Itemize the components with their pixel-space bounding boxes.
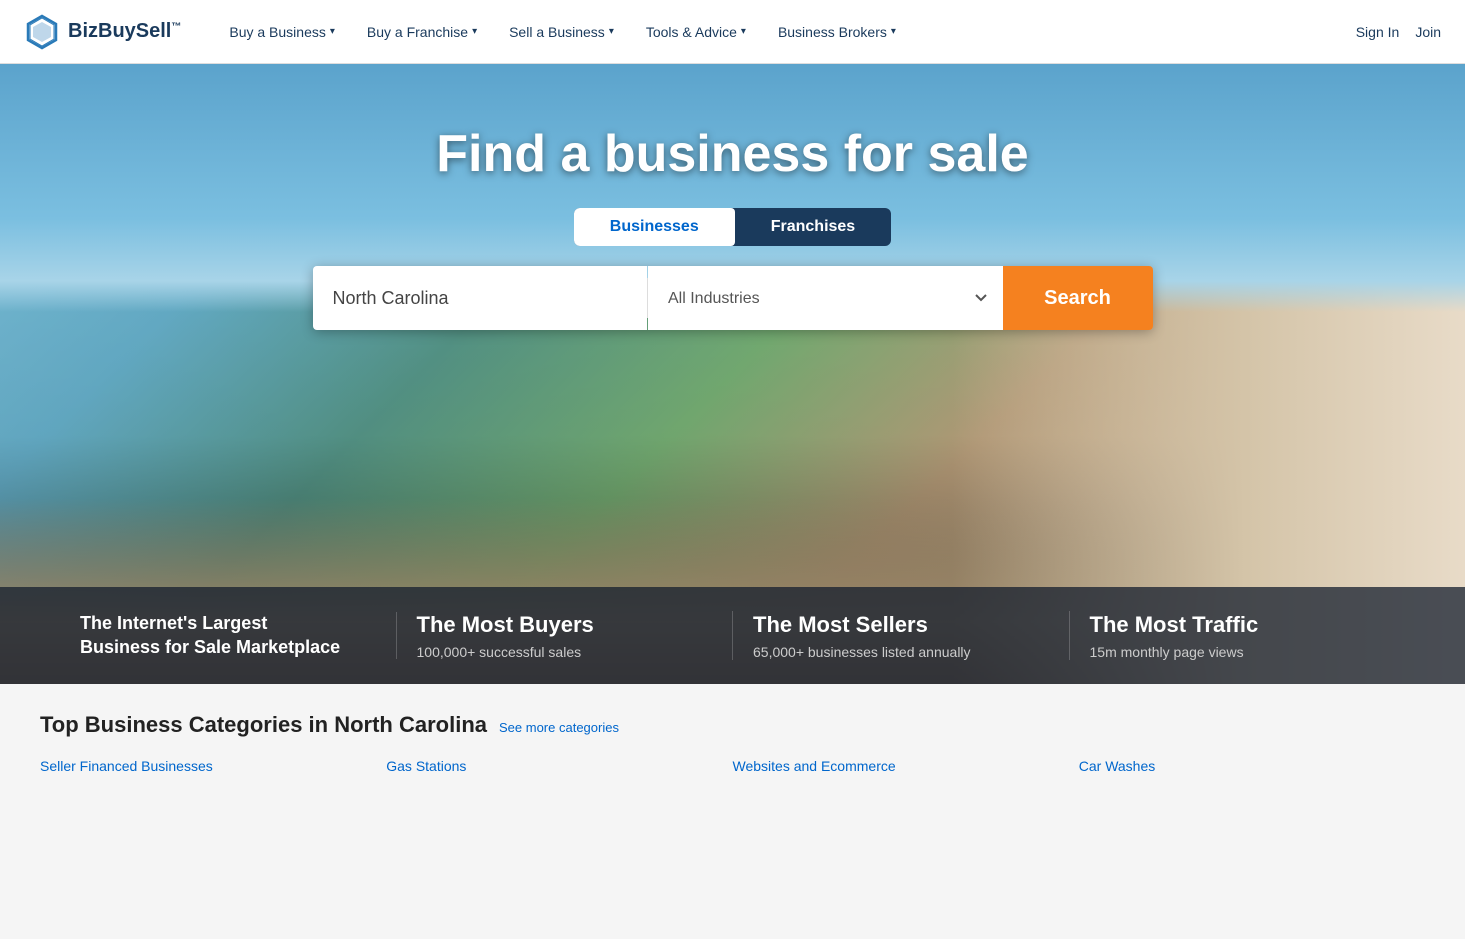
category-col-2: Websites and Ecommerce: [733, 754, 1079, 778]
nav-buy-franchise[interactable]: Buy a Franchise ▾: [351, 0, 493, 64]
categories-section: Top Business Categories in North Carolin…: [0, 684, 1465, 798]
signin-button[interactable]: Sign In: [1356, 24, 1400, 40]
nav-sell-business[interactable]: Sell a Business ▾: [493, 0, 630, 64]
hero-section: Find a business for sale Businesses Fran…: [0, 64, 1465, 684]
category-websites-ecommerce[interactable]: Websites and Ecommerce: [733, 754, 1079, 778]
stat-sellers-sub: 65,000+ businesses listed annually: [753, 644, 1049, 660]
chevron-down-icon: ▾: [330, 26, 335, 37]
stat-sellers-title: The Most Sellers: [753, 611, 1049, 640]
stats-bar: The Internet's LargestBusiness for Sale …: [0, 587, 1465, 684]
category-gas-stations[interactable]: Gas Stations: [386, 754, 732, 778]
category-col-1: Gas Stations: [386, 754, 732, 778]
chevron-down-icon: ▾: [741, 26, 746, 37]
category-seller-financed[interactable]: Seller Financed Businesses: [40, 754, 386, 778]
stat-traffic-title: The Most Traffic: [1090, 611, 1386, 640]
chevron-down-icon: ▾: [891, 26, 896, 37]
search-location-input[interactable]: [313, 266, 648, 330]
categories-title: Top Business Categories in North Carolin…: [40, 712, 487, 738]
nav-business-brokers[interactable]: Business Brokers ▾: [762, 0, 912, 64]
chevron-down-icon: ▾: [609, 26, 614, 37]
search-button[interactable]: Search: [1003, 266, 1153, 330]
hero-title: Find a business for sale: [436, 124, 1028, 184]
categories-grid: Seller Financed Businesses Gas Stations …: [40, 754, 1425, 778]
stat-sellers: The Most Sellers 65,000+ businesses list…: [733, 611, 1070, 660]
logo[interactable]: BizBuySell™: [24, 14, 181, 50]
logo-text: BizBuySell™: [68, 20, 181, 43]
navbar: BizBuySell™ Buy a Business ▾ Buy a Franc…: [0, 0, 1465, 64]
stat-marketplace-title: The Internet's LargestBusiness for Sale …: [80, 612, 376, 659]
chevron-down-icon: ▾: [472, 26, 477, 37]
stat-buyers-title: The Most Buyers: [417, 611, 713, 640]
hero-content: Find a business for sale Businesses Fran…: [0, 124, 1465, 330]
category-col-0: Seller Financed Businesses: [40, 754, 386, 778]
nav-tools-advice[interactable]: Tools & Advice ▾: [630, 0, 762, 64]
stat-buyers-sub: 100,000+ successful sales: [417, 644, 713, 660]
nav-buy-business[interactable]: Buy a Business ▾: [213, 0, 351, 64]
tab-franchises[interactable]: Franchises: [735, 208, 891, 246]
see-more-categories-link[interactable]: See more categories: [499, 720, 619, 735]
nav-links: Buy a Business ▾ Buy a Franchise ▾ Sell …: [213, 0, 1355, 64]
categories-header: Top Business Categories in North Carolin…: [40, 712, 1425, 738]
stat-traffic-sub: 15m monthly page views: [1090, 644, 1386, 660]
stat-buyers: The Most Buyers 100,000+ successful sale…: [397, 611, 734, 660]
tab-businesses[interactable]: Businesses: [574, 208, 735, 246]
stat-marketplace: The Internet's LargestBusiness for Sale …: [60, 612, 397, 659]
nav-auth: Sign In Join: [1356, 24, 1441, 40]
category-car-washes[interactable]: Car Washes: [1079, 754, 1425, 778]
join-button[interactable]: Join: [1415, 24, 1441, 40]
category-col-3: Car Washes: [1079, 754, 1425, 778]
search-bar: All Industries Search: [313, 266, 1153, 330]
logo-icon: [24, 14, 60, 50]
stat-traffic: The Most Traffic 15m monthly page views: [1070, 611, 1406, 660]
search-industry-select[interactable]: All Industries: [648, 266, 1003, 330]
search-type-tabs: Businesses Franchises: [574, 208, 891, 246]
